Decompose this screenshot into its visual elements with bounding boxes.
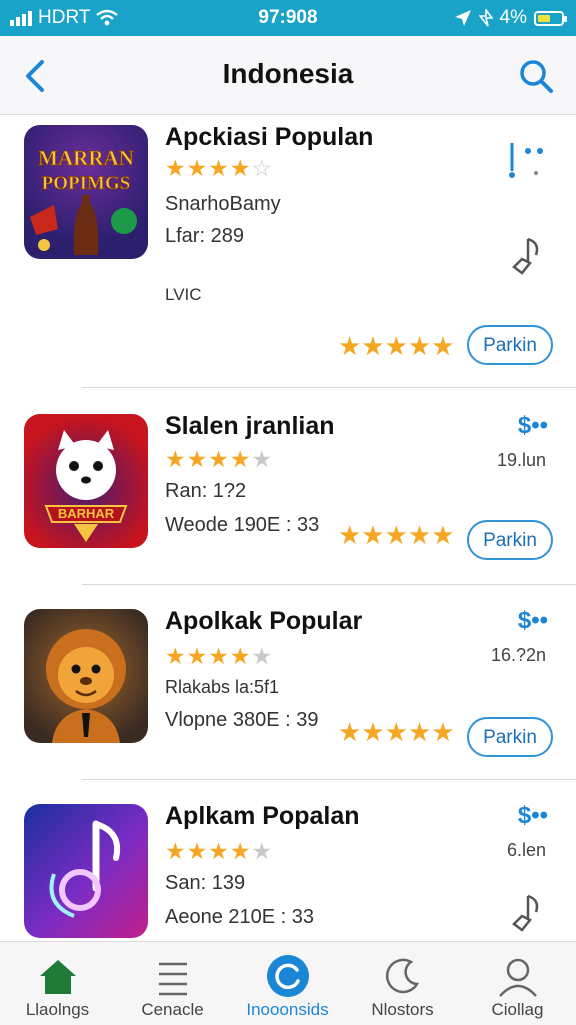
rating-stars: ★★★★★ <box>165 838 274 864</box>
size-label: 6.len <box>506 840 546 860</box>
tab-label: Cenacle <box>141 1000 204 1019</box>
size-label: 19.lun <box>496 450 546 470</box>
search-icon[interactable] <box>516 56 556 96</box>
tab-categories[interactable]: Cenacle <box>115 942 230 1025</box>
battery-percent: 4% <box>499 7 527 28</box>
app-meta: Weode 190E : 33 <box>165 514 320 536</box>
tab-profile[interactable]: Ciollag <box>460 942 575 1025</box>
large-rating-stars: ★★★★★ <box>338 717 455 747</box>
app-name: Apckiasi Populan <box>165 123 374 151</box>
music-note-icon[interactable] <box>506 890 546 934</box>
navigation-bar: Indonesia <box>0 36 576 115</box>
home-icon <box>40 960 76 994</box>
large-rating-stars: ★★★★★ <box>338 520 455 550</box>
page-title: Indonesia <box>222 58 354 89</box>
app-meta: Vlopne 380E : 39 <box>165 709 319 731</box>
moon-icon <box>385 958 420 994</box>
app-list: MARRAN POPIMGS Apckiasi Populan ★★★★☆ Sn… <box>0 115 576 941</box>
more-dots-icon[interactable] <box>506 137 546 181</box>
game-artwork-icon: MARRAN POPIMGS <box>30 146 137 255</box>
status-bar: HDRT 97:908 4% <box>0 0 576 36</box>
app-name: Aplkam Popalan <box>165 802 360 830</box>
price-label: $•• <box>517 412 548 439</box>
svg-text:POPIMGS: POPIMGS <box>42 173 131 194</box>
app-icon-mascot: BARHAR <box>24 414 148 548</box>
tab-home[interactable]: Llaolngs <box>0 942 115 1025</box>
tab-label: Inooonsids <box>246 1000 329 1019</box>
size-label: 16.?2n <box>490 645 546 665</box>
music-note-icon[interactable] <box>506 233 546 277</box>
app-meta-small: LVIC <box>165 285 202 304</box>
app-name: Apolkak Popular <box>165 607 363 635</box>
music-artwork-icon <box>49 820 120 918</box>
app-meta: Lfar: 289 <box>165 225 244 247</box>
refresh-icon <box>267 955 309 997</box>
app-icon-game: MARRAN POPIMGS <box>24 125 148 259</box>
mascot-artwork-icon: BARHAR <box>44 430 128 542</box>
tab-indonesia[interactable]: Inooonsids <box>230 942 345 1025</box>
list-item[interactable]: Aplkam Popalan ★★★★★ San: 139 Aeone 210E… <box>0 780 576 940</box>
rating-stars: ★★★★☆ <box>165 155 274 181</box>
get-button[interactable]: Parkin <box>467 325 553 365</box>
rating-stars: ★★★★★ <box>165 643 274 669</box>
status-right: 4% <box>454 7 567 29</box>
lion-artwork-icon <box>46 629 126 743</box>
price-label: $•• <box>517 607 548 634</box>
list-item[interactable]: Apolkak Popular ★★★★★ Rlakabs la:5f1 Vlo… <box>0 585 576 780</box>
person-icon <box>499 958 537 997</box>
app-meta: Aeone 210E : 33 <box>165 906 315 928</box>
tab-label: Ciollag <box>491 1000 544 1019</box>
tab-label: Nlostors <box>371 1000 434 1019</box>
battery-icon <box>534 10 567 26</box>
svg-text:BARHAR: BARHAR <box>58 506 115 521</box>
app-meta: San: 139 <box>165 872 246 894</box>
large-rating-stars: ★★★★★ <box>338 331 455 361</box>
get-button[interactable]: Parkin <box>467 520 553 560</box>
tab-bar: Llaolngs Cenacle Inooonsids Nlostors Cio… <box>0 941 576 1025</box>
location-arrow-icon <box>454 10 471 26</box>
app-name: Slalen jranlian <box>165 412 335 440</box>
svg-text:MARRAN: MARRAN <box>38 146 134 170</box>
app-icon-music <box>24 804 148 938</box>
app-meta: Rlakabs la:5f1 <box>165 677 280 697</box>
price-label: $•• <box>517 802 548 829</box>
rating-stars: ★★★★★ <box>165 446 274 472</box>
list-item[interactable]: MARRAN POPIMGS Apckiasi Populan ★★★★☆ Sn… <box>0 115 576 388</box>
list-icon <box>159 962 187 996</box>
tab-monitors[interactable]: Nlostors <box>345 942 460 1025</box>
app-subtitle: SnarhoBamy <box>165 193 281 215</box>
alarm-icon <box>478 9 493 27</box>
app-meta: Ran: 1?2 <box>165 480 247 502</box>
get-button[interactable]: Parkin <box>467 717 553 757</box>
tab-label: Llaolngs <box>25 1000 90 1019</box>
app-icon-lion <box>24 609 148 743</box>
list-item[interactable]: BARHAR Slalen jranlian ★★★★★ Ran: 1?2 We… <box>0 388 576 585</box>
